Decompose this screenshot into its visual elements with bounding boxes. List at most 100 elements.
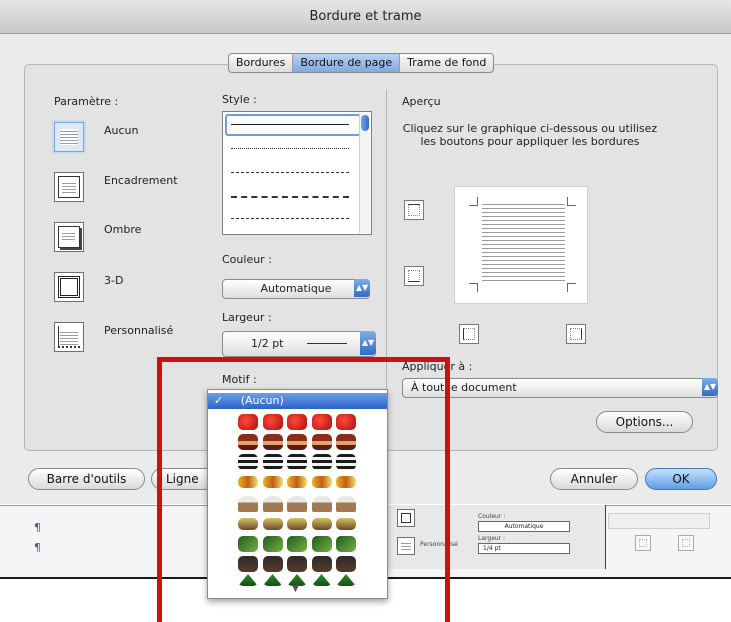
- art-option-cakes[interactable]: [238, 434, 356, 450]
- color-popup[interactable]: Automatique ▲▼: [222, 279, 370, 299]
- apple-icon: [336, 414, 356, 430]
- setting-box-icon[interactable]: [54, 172, 84, 202]
- options-button[interactable]: Options...: [596, 411, 693, 433]
- tree-icon: [336, 574, 356, 586]
- ok-button[interactable]: OK: [645, 468, 717, 490]
- apple-icon: [311, 414, 332, 430]
- tree-icon: [238, 574, 258, 586]
- art-option-figures[interactable]: [238, 556, 356, 572]
- preview-corner-mark: [469, 283, 478, 292]
- art-heading: Motif :: [222, 373, 257, 386]
- figure-icon: [311, 556, 332, 572]
- setting-custom-icon[interactable]: [54, 322, 84, 352]
- cake-icon: [238, 434, 258, 450]
- apple-icon: [262, 414, 283, 430]
- ice-cream-icon: [311, 496, 332, 512]
- candy-icon: [287, 476, 307, 488]
- figure-icon: [287, 556, 307, 572]
- tree-icon: [262, 574, 283, 586]
- apply-heading: Appliquer à :: [402, 360, 473, 373]
- preview-page[interactable]: [454, 186, 588, 304]
- window-title: Bordure et trame: [309, 9, 422, 24]
- width-sample-line: [307, 343, 347, 344]
- border-top-button-icon[interactable]: [404, 200, 424, 220]
- doc-embedded-screenshot: Personnalisé Couleur : Automatique Large…: [385, 505, 606, 569]
- popup-arrows-icon: ▲▼: [354, 279, 370, 297]
- cake-icon: [262, 434, 283, 450]
- mini-setting-icon: [397, 537, 415, 555]
- setting-none-label[interactable]: Aucun: [104, 124, 139, 137]
- cone-icon: [287, 518, 307, 530]
- setting-shadow-label[interactable]: Ombre: [104, 223, 141, 236]
- cone-icon: [311, 518, 332, 530]
- art-option-candy[interactable]: [238, 476, 356, 488]
- cake-slice-icon: [336, 454, 356, 470]
- ice-cream-icon: [336, 496, 356, 512]
- tab-borders[interactable]: Bordures: [229, 54, 294, 72]
- figure-icon: [262, 556, 283, 572]
- cone-icon: [262, 518, 283, 530]
- candy-icon: [336, 476, 356, 488]
- art-option-ice-cream[interactable]: [238, 496, 356, 512]
- preview-corner-mark: [567, 283, 576, 292]
- cake-slice-icon: [262, 454, 283, 470]
- style-option-solid[interactable]: [231, 124, 349, 125]
- art-option-none[interactable]: ✓ (Aucun): [208, 393, 387, 409]
- mini-width-label: Largeur :: [478, 535, 506, 542]
- setting-custom-label[interactable]: Personnalisé: [104, 324, 173, 337]
- tree-icon: [311, 574, 332, 586]
- art-option-none-label: (Aucun): [240, 394, 284, 407]
- apple-icon: [238, 414, 258, 430]
- border-right-button-icon[interactable]: [566, 324, 586, 344]
- mini-border-icon: [678, 535, 694, 551]
- style-option-dashed-large[interactable]: [231, 196, 349, 198]
- style-list[interactable]: [222, 111, 372, 235]
- ice-cream-icon: [287, 496, 307, 512]
- style-option-dotted[interactable]: [231, 148, 349, 149]
- toolbar-button[interactable]: Barre d'outils: [28, 468, 145, 490]
- mini-border-icon: [635, 535, 651, 551]
- bird-icon: [311, 536, 332, 552]
- setting-shadow-icon[interactable]: [54, 222, 84, 252]
- style-list-scrollbar[interactable]: [359, 113, 370, 233]
- art-option-apples[interactable]: [238, 414, 356, 430]
- tab-shading[interactable]: Trame de fond: [400, 54, 493, 72]
- candy-icon: [238, 476, 258, 488]
- popup-arrows-icon: ▲▼: [702, 378, 718, 396]
- setting-3d-label[interactable]: 3-D: [104, 274, 123, 287]
- art-option-cake-slices[interactable]: [238, 454, 356, 470]
- border-bottom-button-icon[interactable]: [404, 266, 424, 286]
- cone-icon: [336, 518, 356, 530]
- style-option-dash-dot[interactable]: [231, 218, 349, 219]
- preview-corner-mark: [567, 197, 576, 206]
- cake-slice-icon: [287, 454, 307, 470]
- setting-none-icon[interactable]: [54, 122, 84, 152]
- window-titlebar: Bordure et trame: [0, 0, 731, 34]
- apply-value: À tout le document: [411, 381, 517, 394]
- ice-cream-icon: [238, 496, 258, 512]
- scroll-down-arrow-icon[interactable]: ▼: [292, 584, 299, 594]
- bird-icon: [262, 536, 283, 552]
- bird-icon: [238, 536, 258, 552]
- art-option-birds[interactable]: [238, 536, 356, 552]
- candy-icon: [262, 476, 283, 488]
- style-option-dashed-small[interactable]: [231, 172, 349, 173]
- candy-icon: [311, 476, 332, 488]
- style-selection-ring: [225, 114, 361, 136]
- border-left-button-icon[interactable]: [459, 324, 479, 344]
- art-option-icecream-small[interactable]: [238, 518, 356, 530]
- art-dropdown-list[interactable]: ✓ (Aucun) ▼: [207, 389, 388, 599]
- setting-box-label[interactable]: Encadrement: [104, 174, 178, 187]
- preview-instructions: Cliquez sur le graphique ci-dessous ou u…: [402, 122, 658, 148]
- preview-heading: Aperçu: [402, 95, 441, 108]
- width-popup[interactable]: 1/2 pt ▲▼: [222, 331, 376, 357]
- apply-popup[interactable]: À tout le document ▲▼: [402, 378, 718, 398]
- cake-slice-icon: [311, 454, 332, 470]
- setting-3d-icon[interactable]: [54, 272, 84, 302]
- cake-icon: [287, 434, 307, 450]
- tab-page-border[interactable]: Bordure de page: [293, 54, 401, 72]
- cancel-button[interactable]: Annuler: [550, 468, 638, 490]
- cake-icon: [311, 434, 332, 450]
- cone-icon: [238, 518, 258, 530]
- column-divider: [386, 90, 387, 435]
